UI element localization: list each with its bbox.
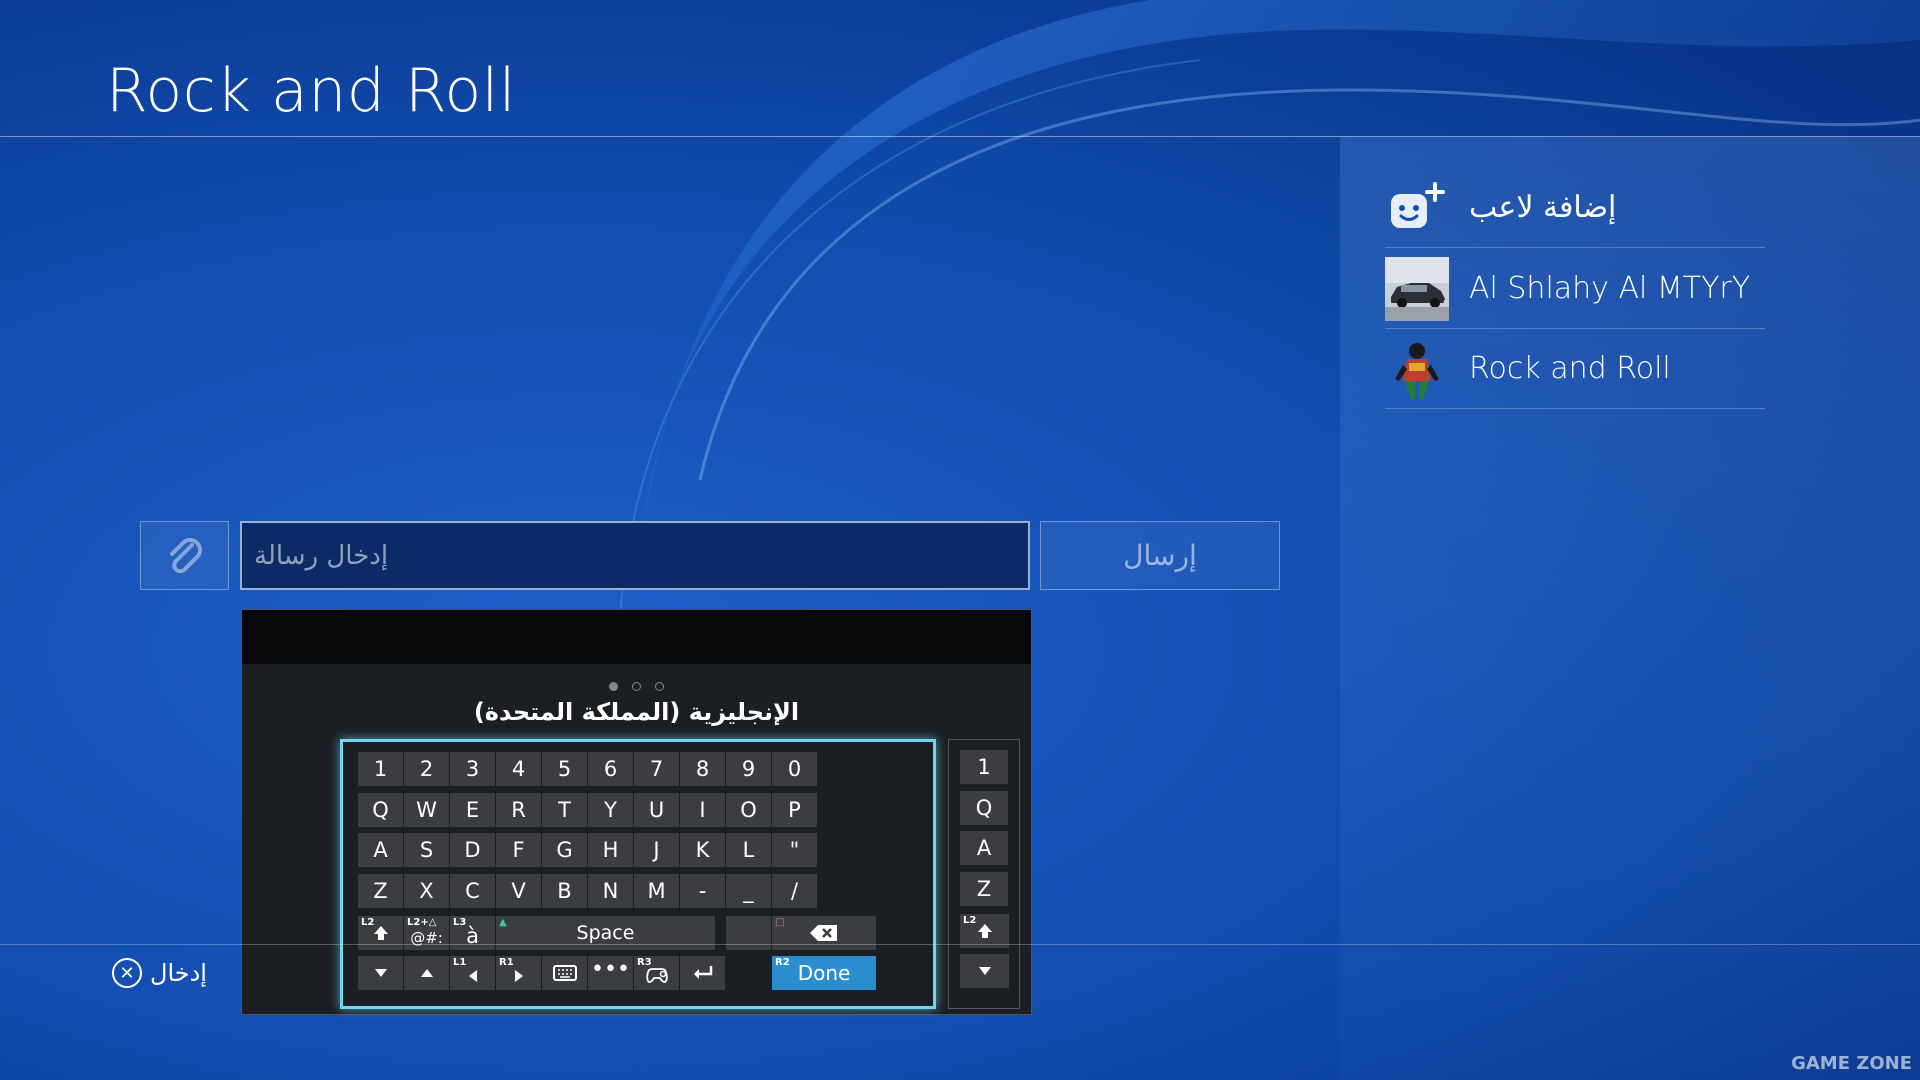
key-0-7[interactable]: 8: [680, 752, 725, 786]
key-1-3[interactable]: R: [496, 792, 541, 827]
key-1-7[interactable]: I: [680, 792, 725, 827]
page-dot: [609, 682, 618, 691]
send-button[interactable]: إرسال: [1040, 521, 1280, 590]
add-player-icon: [1385, 176, 1449, 240]
key-0-8[interactable]: 9: [726, 752, 771, 786]
shift-icon: [977, 924, 992, 938]
side-key-0[interactable]: 1: [960, 750, 1008, 784]
move-up-key[interactable]: [404, 956, 449, 990]
on-screen-keyboard: الإنجليزية (المملكة المتحدة) 1234567890Q…: [241, 609, 1032, 1015]
key-0-4[interactable]: 5: [542, 752, 587, 786]
car-photo-avatar: [1385, 256, 1449, 321]
key-0-1[interactable]: 2: [404, 752, 449, 786]
key-1-2[interactable]: E: [450, 792, 495, 827]
paperclip-icon: [169, 537, 202, 573]
key-3-9[interactable]: /: [772, 873, 817, 908]
add-player-label: إضافة لاعب: [1469, 190, 1617, 225]
key-2-9[interactable]: ": [772, 833, 817, 867]
side-move-down-key[interactable]: [960, 954, 1009, 988]
arrow-left-icon: [468, 970, 477, 982]
key-2-4[interactable]: G: [542, 833, 587, 867]
player-item-2[interactable]: Rock and Roll: [1385, 329, 1765, 409]
key-0-0[interactable]: 1: [358, 752, 403, 786]
page-dot: [632, 682, 641, 691]
key-2-2[interactable]: D: [450, 833, 495, 867]
key-1-9[interactable]: P: [772, 792, 817, 827]
add-player-button[interactable]: إضافة لاعب: [1385, 168, 1765, 248]
key-2-6[interactable]: J: [634, 833, 679, 867]
controller-key[interactable]: R3: [634, 956, 679, 990]
page-title: Rock and Roll: [106, 56, 517, 126]
arrow-down-icon: [978, 967, 991, 975]
enter-hint: ✕ إدخال: [112, 958, 207, 988]
key-3-5[interactable]: N: [588, 873, 633, 908]
side-key-1[interactable]: Q: [960, 790, 1008, 825]
key-3-0[interactable]: Z: [358, 873, 403, 908]
key-2-1[interactable]: S: [404, 833, 449, 867]
side-shift-key[interactable]: L2: [960, 914, 1009, 948]
page-dot: [655, 682, 664, 691]
return-icon: [693, 966, 712, 979]
arrow-down-icon: [374, 969, 387, 977]
cursor-right-key[interactable]: R1: [496, 956, 541, 990]
done-button[interactable]: R2 Done: [772, 956, 876, 990]
key-0-2[interactable]: 3: [450, 752, 495, 786]
key-0-6[interactable]: 7: [634, 752, 679, 786]
key-2-7[interactable]: K: [680, 833, 725, 867]
keyboard-page-indicator: [242, 682, 1031, 691]
keyboard-mode-key[interactable]: [542, 956, 587, 990]
key-3-7[interactable]: -: [680, 873, 725, 908]
message-input[interactable]: إدخال رسالة: [240, 521, 1030, 590]
key-1-4[interactable]: T: [542, 792, 587, 827]
cursor-left-key[interactable]: L1: [450, 956, 495, 990]
attach-button[interactable]: [140, 521, 229, 590]
side-key-2[interactable]: A: [960, 831, 1008, 865]
player-item-1[interactable]: Al Shlahy Al MTYrY: [1385, 249, 1765, 329]
player-name: Rock and Roll: [1469, 351, 1671, 386]
key-3-2[interactable]: C: [450, 873, 495, 908]
key-0-3[interactable]: 4: [496, 752, 541, 786]
cross-button-icon: ✕: [112, 958, 142, 988]
watermark-logo: GAME ZONE: [1791, 1053, 1912, 1074]
key-0-5[interactable]: 6: [588, 752, 633, 786]
key-3-1[interactable]: X: [404, 873, 449, 908]
side-key-3[interactable]: Z: [960, 871, 1008, 906]
ellipsis-icon: •••: [591, 956, 630, 982]
key-3-3[interactable]: V: [496, 873, 541, 908]
key-2-3[interactable]: F: [496, 833, 541, 867]
keyboard-side-panel: 1 QAZ L2: [948, 739, 1020, 1009]
key-2-0[interactable]: A: [358, 833, 403, 867]
square-icon: □: [775, 917, 785, 928]
footer-divider: [0, 944, 1920, 945]
arrow-right-icon: [514, 970, 523, 982]
key-3-4[interactable]: B: [542, 873, 587, 908]
more-options-key[interactable]: •••: [588, 956, 633, 990]
keyboard-preview-bar: [242, 610, 1031, 664]
message-placeholder: إدخال رسالة: [254, 540, 389, 571]
arrow-up-icon: [420, 969, 433, 977]
key-1-1[interactable]: W: [404, 792, 449, 827]
player-name: Al Shlahy Al MTYrY: [1469, 271, 1751, 306]
gamepad-icon: [645, 968, 668, 983]
keyboard-icon: [552, 965, 577, 981]
key-1-6[interactable]: U: [634, 792, 679, 827]
key-2-8[interactable]: L: [726, 833, 771, 867]
key-2-5[interactable]: H: [588, 833, 633, 867]
key-1-0[interactable]: Q: [358, 792, 403, 827]
enter-label: إدخال: [150, 959, 207, 987]
triangle-icon: ▲: [499, 917, 507, 928]
enter-key[interactable]: [680, 956, 725, 990]
key-1-8[interactable]: O: [726, 792, 771, 827]
keyboard-language: الإنجليزية (المملكة المتحدة): [473, 698, 800, 726]
key-1-5[interactable]: Y: [588, 792, 633, 827]
move-down-key[interactable]: [358, 956, 403, 990]
keyboard-main-keys: 1 2 3 4 5 6 7 8 9 0 Q W E R T Y U I O P A S D F G H J K L " Z X C V B N M - _ /…: [340, 739, 936, 1009]
key-3-6[interactable]: M: [634, 873, 679, 908]
key-3-8[interactable]: _: [726, 873, 771, 908]
character-avatar: [1385, 337, 1449, 401]
key-0-9[interactable]: 0: [772, 752, 817, 786]
backspace-icon: [810, 925, 837, 941]
